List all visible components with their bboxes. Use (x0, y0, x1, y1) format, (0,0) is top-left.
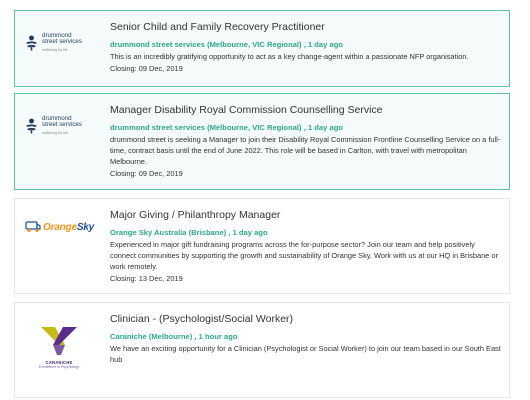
company-location[interactable]: drummond street services (Melbourne, VIC… (110, 123, 302, 132)
job-title-link[interactable]: Clinician - (Psychologist/Social Worker) (110, 313, 501, 326)
posted-time: 1 hour ago (198, 332, 238, 341)
job-meta: drummond street services (Melbourne, VIC… (110, 39, 501, 50)
company-logo[interactable]: CARANICHE Excellence in Psychology (29, 321, 89, 373)
job-list: drummond street services wellbeing for l… (0, 0, 530, 400)
job-card[interactable]: CARANICHE Excellence in Psychology Clini… (14, 302, 510, 398)
job-description: We have an exciting opportunity for a Cl… (110, 344, 501, 364)
posted-time: 1 day ago (307, 123, 343, 132)
job-description: Experienced in major gift fundraising pr… (110, 240, 498, 271)
job-card[interactable]: drummond street services wellbeing for l… (14, 93, 510, 190)
job-card[interactable]: OrangeSky Major Giving / Philanthropy Ma… (14, 198, 510, 294)
meta-separator: , (303, 40, 306, 49)
job-description: This is an incredibly gratifying opportu… (110, 52, 469, 61)
company-logo[interactable]: drummond street services wellbeing for l… (25, 108, 91, 144)
job-content: Senior Child and Family Recovery Practit… (110, 21, 501, 74)
company-location[interactable]: Orange Sky Australia (Brisbane) (110, 228, 226, 237)
job-card[interactable]: drummond street services wellbeing for l… (14, 10, 510, 87)
job-meta: drummond street services (Melbourne, VIC… (110, 122, 501, 133)
job-title-link[interactable]: Senior Child and Family Recovery Practit… (110, 21, 501, 34)
closing-date: Closing: 13 Dec, 2019 (110, 274, 183, 283)
posted-time: 1 day ago (307, 40, 343, 49)
logo-name-line2: street services (42, 121, 82, 129)
job-title-link[interactable]: Major Giving / Philanthropy Manager (110, 209, 501, 222)
logo-tagline: wellbeing for life (42, 47, 68, 52)
job-meta: Caraniche (Melbourne) , 1 hour ago (110, 331, 501, 342)
caraniche-mark-icon (41, 327, 77, 355)
job-content: Clinician - (Psychologist/Social Worker)… (110, 313, 501, 366)
logo-tagline: Excellence in Psychology (38, 365, 80, 369)
closing-date: Closing: 09 Dec, 2019 (110, 169, 183, 178)
meta-separator: , (303, 123, 306, 132)
logo-word-sky: Sky (76, 221, 95, 233)
logo-wordmark: OrangeSky (43, 222, 94, 233)
logo-name-line2: street services (42, 38, 82, 46)
meta-separator: , (228, 228, 231, 237)
company-logo[interactable]: drummond street services wellbeing for l… (25, 25, 91, 61)
job-meta: Orange Sky Australia (Brisbane) , 1 day … (110, 227, 501, 238)
company-location[interactable]: drummond street services (Melbourne, VIC… (110, 40, 302, 49)
posted-time: 1 day ago (232, 228, 268, 237)
orange-sky-van-icon (25, 221, 41, 233)
meta-separator: , (194, 332, 197, 341)
company-logo[interactable]: OrangeSky (25, 209, 94, 245)
logo-tagline: wellbeing for life (42, 130, 68, 135)
drummond-mark-icon (26, 35, 37, 51)
company-location[interactable]: Caraniche (Melbourne) (110, 332, 192, 341)
drummond-mark-icon (26, 118, 37, 134)
job-description: drummond street is seeking a Manager to … (110, 135, 501, 166)
job-content: Major Giving / Philanthropy Manager Oran… (110, 209, 501, 284)
closing-date: Closing: 09 Dec, 2019 (110, 64, 183, 73)
job-title-link[interactable]: Manager Disability Royal Commission Coun… (110, 104, 501, 117)
job-content: Manager Disability Royal Commission Coun… (110, 104, 501, 179)
logo-word-orange: Orange (43, 221, 77, 233)
